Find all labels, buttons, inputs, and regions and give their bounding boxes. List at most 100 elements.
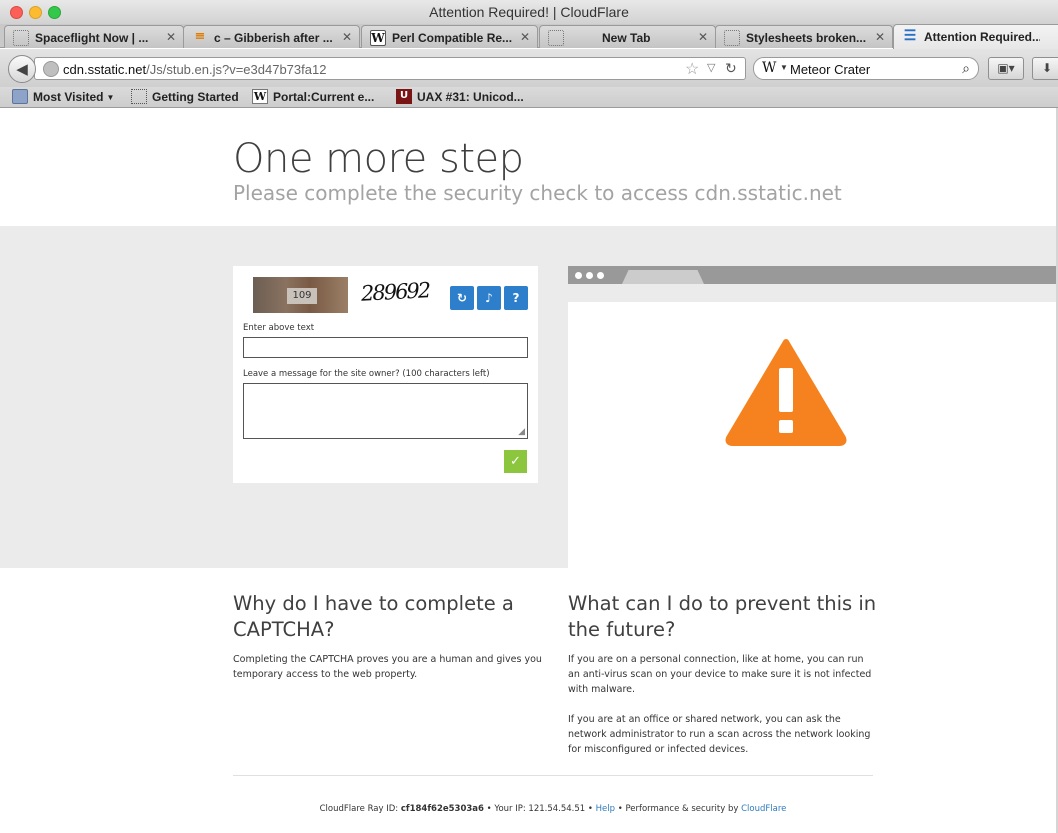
tab-strip: Spaceflight Now | ... ✕ ≡ c – Gibberish …	[0, 24, 1058, 49]
message-label: Leave a message for the site owner? (100…	[243, 369, 490, 379]
tab-label: Stylesheets broken...	[746, 31, 867, 45]
wikipedia-icon: W	[252, 89, 268, 104]
back-arrow-icon: ◀	[16, 60, 28, 78]
url-domain: cdn.sstatic.net	[63, 62, 147, 77]
tab-close-icon[interactable]: ✕	[875, 30, 885, 44]
stackoverflow-icon: ≡	[194, 29, 206, 44]
tab-spaceflight-now[interactable]: Spaceflight Now | ... ✕	[4, 25, 184, 48]
footer-separator: •	[486, 804, 492, 814]
prevent-text-personal: If you are on a personal connection, lik…	[568, 654, 872, 695]
blank-page-icon	[131, 89, 147, 104]
bookmark-portal-current[interactable]: W Portal:Current e...	[252, 89, 374, 105]
captcha-help-button[interactable]: ?	[504, 286, 528, 310]
tab-label: c – Gibberish after ...	[214, 31, 333, 45]
checkmark-icon: ✓	[510, 454, 521, 469]
navigation-toolbar: cdn.sstatic.net/Js/stub.en.js?v=e3d47b73…	[0, 49, 1058, 87]
bookmark-label: Getting Started	[152, 90, 239, 104]
tab-label: Spaceflight Now | ...	[35, 31, 149, 45]
captcha-photo-image: 109	[253, 277, 348, 313]
illustration-dot	[575, 272, 582, 279]
back-button[interactable]: ◀	[8, 55, 36, 83]
ray-id-value: cf184f62e5303a6	[400, 804, 484, 814]
audio-icon: ♪	[485, 291, 493, 305]
prevent-text-office: If you are at an office or shared networ…	[568, 714, 871, 755]
url-path: /Js/stub.en.js?v=e3d47b73fa12	[146, 62, 327, 77]
tab-label: Perl Compatible Re...	[392, 31, 513, 45]
captcha-response-input[interactable]	[243, 337, 528, 358]
ip-label: Your IP:	[494, 804, 526, 814]
bookmarks-bar: Most Visited ▼ Getting Started W Portal:Cu…	[0, 87, 1058, 108]
wikipedia-search-engine-icon[interactable]: W	[762, 60, 776, 76]
tab-gibberish[interactable]: ≡ c – Gibberish after ... ✕	[183, 25, 360, 48]
prevent-heading: What can I do to prevent this in the fut…	[568, 592, 877, 641]
zoom-window-icon[interactable]	[48, 6, 61, 19]
tab-close-icon[interactable]: ✕	[698, 30, 708, 44]
tab-attention-required[interactable]: ☰ Attention Required...	[893, 24, 1058, 49]
tab-perl-regex[interactable]: W Perl Compatible Re... ✕	[361, 25, 538, 48]
page-title: One more step	[233, 136, 524, 182]
captcha-widget: 109 289692 ↻ ♪ ? Enter above text Leave …	[233, 266, 538, 483]
tab-close-icon[interactable]: ✕	[342, 30, 352, 44]
bookmark-uax31[interactable]: U UAX #31: Unicod...	[396, 89, 524, 105]
illustration-dot	[586, 272, 593, 279]
reload-icon[interactable]: ↻	[725, 60, 737, 77]
cloudflare-icon: ☰	[903, 28, 917, 44]
star-icon[interactable]: ☆	[685, 59, 699, 79]
why-captcha-text: Completing the CAPTCHA proves you are a …	[233, 654, 542, 680]
illustration-tab	[622, 270, 704, 284]
folder-icon	[12, 89, 28, 104]
refresh-icon: ↻	[456, 291, 468, 305]
footer: CloudFlare Ray ID: cf184f62e5303a6 • You…	[0, 804, 1056, 814]
blank-page-icon	[13, 30, 29, 46]
minimize-window-icon[interactable]	[29, 6, 42, 19]
bookmark-label: Most Visited	[33, 90, 104, 104]
browser-illustration	[568, 266, 1056, 568]
help-link[interactable]: Help	[596, 804, 615, 814]
blank-page-icon	[548, 30, 564, 46]
search-query[interactable]: Meteor Crater	[790, 62, 870, 77]
footer-separator: •	[617, 804, 623, 814]
downloads-button[interactable]: ⬇	[1032, 57, 1058, 80]
bookmark-most-visited[interactable]: Most Visited ▼	[12, 89, 114, 106]
addon-icon: ▣▾	[997, 61, 1015, 75]
wikipedia-icon: W	[370, 30, 386, 46]
chevron-down-icon: ▼	[106, 92, 115, 102]
window-titlebar: Attention Required! | CloudFlare	[0, 0, 1058, 24]
window-title: Attention Required! | CloudFlare	[429, 4, 629, 20]
close-window-icon[interactable]	[10, 6, 23, 19]
tab-label: Attention Required...	[924, 30, 1040, 44]
tab-label: New Tab	[602, 31, 651, 45]
ip-value: 121.54.54.51	[528, 804, 586, 814]
tab-stylesheets[interactable]: Stylesheets broken... ✕	[715, 25, 893, 48]
bookmark-label: UAX #31: Unicod...	[417, 90, 524, 104]
search-icon[interactable]: ⌕	[962, 60, 970, 77]
page-content: One more step Please complete the securi…	[0, 108, 1056, 833]
tab-close-icon[interactable]: ✕	[520, 30, 530, 44]
addon-toolbar-button[interactable]: ▣▾	[988, 57, 1024, 80]
cloudflare-link[interactable]: CloudFlare	[741, 804, 786, 814]
footer-divider	[233, 775, 873, 776]
submit-button[interactable]: ✓	[504, 450, 527, 473]
tab-new-tab[interactable]: New Tab ✕	[539, 25, 716, 48]
help-icon: ?	[512, 291, 520, 305]
message-textarea[interactable]: ◢	[243, 383, 528, 439]
url-dropdown-icon[interactable]: ▽	[707, 61, 715, 74]
bookmark-getting-started[interactable]: Getting Started	[131, 89, 239, 105]
illustration-toolbar	[568, 284, 1056, 302]
download-arrow-icon: ⬇	[1041, 61, 1053, 75]
url-bar[interactable]: cdn.sstatic.net/Js/stub.en.js?v=e3d47b73…	[34, 57, 746, 80]
engine-dropdown-icon[interactable]: ▼	[780, 63, 788, 72]
warning-icon	[725, 339, 847, 446]
captcha-word-image: 289692	[360, 278, 430, 306]
search-bar[interactable]: W ▼ Meteor Crater ⌕	[753, 57, 979, 80]
ray-id-label: CloudFlare Ray ID:	[319, 804, 399, 814]
captcha-audio-button[interactable]: ♪	[477, 286, 501, 310]
unicode-icon: U	[396, 89, 412, 104]
performance-label: Performance & security by	[625, 804, 739, 814]
resize-grip-icon[interactable]: ◢	[518, 427, 525, 437]
tab-close-icon[interactable]: ✕	[166, 30, 176, 44]
captcha-input-label: Enter above text	[243, 323, 315, 333]
url-text[interactable]: cdn.sstatic.net/Js/stub.en.js?v=e3d47b73…	[63, 62, 326, 77]
illustration-dot	[597, 272, 604, 279]
captcha-refresh-button[interactable]: ↻	[450, 286, 474, 310]
